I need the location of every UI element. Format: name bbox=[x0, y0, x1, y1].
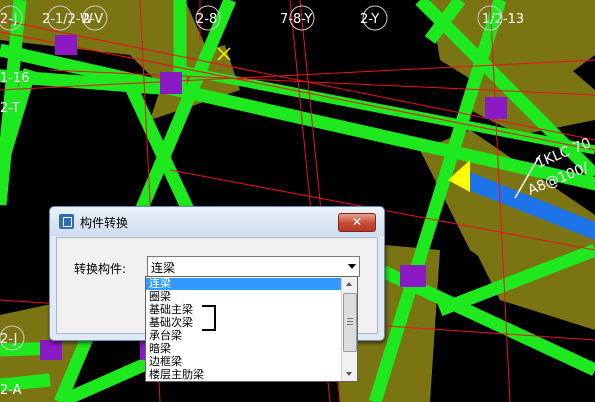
axis-label: 1/2-13 bbox=[482, 12, 524, 27]
axis-label: 2-A bbox=[0, 383, 22, 398]
dropdown-option[interactable]: 暗梁 bbox=[146, 343, 344, 355]
axis-label: 2-J bbox=[0, 332, 18, 347]
component-dropdown-list[interactable]: 连梁 圈梁 基础主梁 基础次梁 承台梁 暗梁 边框梁 楼层主肋梁 bbox=[145, 276, 358, 382]
close-button[interactable]: ✕ bbox=[338, 213, 376, 232]
chevron-down-icon[interactable] bbox=[348, 264, 356, 269]
axis-label: 2-J bbox=[0, 12, 18, 27]
scroll-down-icon[interactable] bbox=[342, 367, 357, 381]
axis-label: 7-8-Y bbox=[280, 12, 312, 27]
close-icon: ✕ bbox=[351, 215, 363, 229]
convert-component-select[interactable]: 连梁 bbox=[147, 256, 360, 277]
ibeam-cursor-icon bbox=[202, 305, 216, 331]
dialog-titlebar[interactable]: 构件转换 ✕ bbox=[50, 207, 384, 236]
axis-label: 2-V bbox=[82, 12, 103, 27]
dropdown-scrollbar[interactable] bbox=[341, 277, 357, 381]
dropdown-option[interactable]: 边框梁 bbox=[146, 356, 344, 368]
dropdown-option[interactable]: 圈梁 bbox=[146, 291, 344, 303]
dropdown-option[interactable]: 楼层主肋梁 bbox=[146, 369, 344, 381]
dialog-title: 构件转换 bbox=[80, 216, 129, 230]
axis-label: 1-16 bbox=[0, 71, 30, 86]
grip-line bbox=[347, 318, 353, 319]
app-icon bbox=[59, 214, 74, 229]
dropdown-option[interactable]: 基础次梁 bbox=[146, 317, 344, 329]
scroll-up-icon[interactable] bbox=[342, 277, 357, 291]
axis-label: 2-Y bbox=[360, 12, 379, 27]
convert-component-label: 转换构件: bbox=[74, 262, 127, 276]
select-value: 连梁 bbox=[151, 261, 176, 275]
dropdown-option[interactable]: 承台梁 bbox=[146, 330, 344, 342]
axis-label: 2-8 bbox=[196, 12, 217, 27]
dropdown-option[interactable]: 连梁 bbox=[146, 278, 344, 290]
grip-line bbox=[347, 324, 353, 325]
dropdown-option[interactable]: 基础主梁 bbox=[146, 304, 344, 316]
scrollbar-thumb[interactable] bbox=[343, 293, 357, 352]
axis-label: 2-T bbox=[0, 101, 20, 116]
grip-line bbox=[347, 321, 353, 322]
